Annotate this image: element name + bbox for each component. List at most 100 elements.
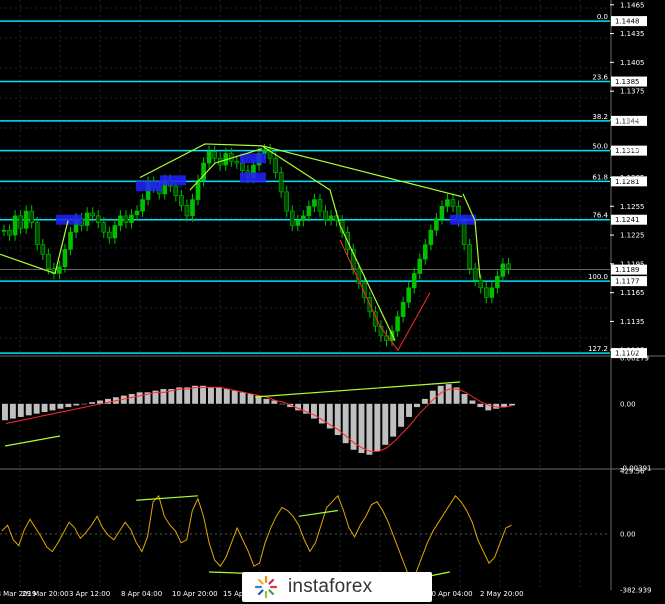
cci-tick-label: -382.939: [620, 587, 651, 595]
price-tick-label: 1.1195: [620, 260, 645, 268]
price-tick-label: 1.1135: [620, 318, 645, 326]
macd-bar: [414, 403, 420, 408]
trading-chart[interactable]: 0.01.144823.61.138538.21.134450.01.13136…: [0, 0, 665, 604]
candle-body: [417, 258, 423, 274]
pattern-highlight: [450, 214, 476, 225]
candle-body: [289, 210, 295, 226]
pattern-highlight: [56, 214, 82, 225]
macd-bar: [208, 387, 214, 404]
price-tick-label: 1.1465: [620, 1, 645, 9]
price-tick-label: 1.1255: [620, 203, 645, 211]
fib-ratio-label: 76.4: [592, 212, 608, 220]
fib-price-label: 1.1241: [615, 216, 640, 224]
candle-body: [500, 263, 506, 277]
macd-bar: [184, 387, 191, 404]
candle-body: [12, 215, 18, 236]
fib-ratio-label: 0.0: [597, 13, 608, 21]
candle-body: [118, 215, 123, 226]
macd-bar: [25, 403, 32, 416]
candle-body: [201, 162, 206, 181]
macd-bar: [461, 393, 468, 404]
macd-bar: [160, 389, 167, 404]
macd-bar: [49, 403, 56, 411]
macd-bar: [374, 403, 381, 452]
candle-body: [506, 263, 511, 269]
macd-bar: [398, 403, 405, 427]
candle-body: [434, 218, 439, 231]
candle-body: [317, 199, 323, 212]
candle-body: [40, 244, 46, 255]
macd-bar: [382, 403, 389, 445]
macd-bar: [33, 403, 40, 414]
candle-body: [101, 222, 107, 233]
macd-bar: [247, 393, 254, 404]
candle-body: [428, 229, 434, 245]
instaforex-logo-icon: [254, 575, 278, 599]
candle-body: [328, 215, 334, 221]
candle-body: [62, 249, 68, 268]
fib-ratio-label: 38.2: [592, 113, 608, 121]
candle-body: [483, 287, 489, 298]
candle-body: [323, 210, 328, 221]
fib-price-label: 1.1177: [615, 278, 640, 286]
time-label: 30 Apr 04:00: [427, 590, 473, 598]
macd-bar: [41, 403, 48, 413]
macd-bar: [73, 403, 80, 406]
macd-bar: [477, 403, 484, 408]
logo-text: instaforex: [288, 576, 373, 597]
price-tick-label: 1.1285: [620, 174, 645, 182]
candle-body: [395, 316, 400, 332]
macd-bar: [223, 389, 230, 404]
price-tick-label: 1.1225: [620, 232, 645, 240]
candle-body: [489, 287, 495, 298]
pattern-highlight: [136, 181, 162, 192]
time-label: 29 Mar 20:00: [22, 590, 69, 598]
pattern-highlight: [240, 172, 266, 183]
macd-bar: [57, 403, 64, 409]
candle-body: [107, 231, 112, 239]
macd-bar: [215, 387, 222, 404]
time-label: 3 Apr 12:00: [69, 590, 110, 598]
fib-ratio-label: 23.6: [592, 74, 608, 82]
candle-body: [478, 279, 484, 289]
candle-body: [423, 244, 428, 260]
candle-body: [84, 212, 90, 226]
candle-body: [284, 191, 290, 212]
candle-body: [411, 273, 417, 289]
macd-bar: [445, 384, 452, 404]
candle-body: [273, 158, 278, 174]
candle-body: [179, 195, 184, 206]
candle-body: [46, 253, 51, 269]
price-tick-label: 1.1375: [620, 88, 645, 96]
macd-bar: [231, 390, 238, 404]
candle-body: [134, 210, 140, 216]
macd-bar: [81, 403, 88, 405]
candle-body: [312, 199, 317, 207]
candle-body: [301, 215, 306, 221]
macd-bar: [279, 403, 286, 405]
fib-ratio-label: 61.8: [592, 173, 608, 181]
candle-body: [306, 205, 312, 217]
candle-body: [467, 244, 472, 269]
candle-body: [140, 199, 145, 212]
candle-body: [439, 205, 445, 220]
cci-tick-label: 429.56: [620, 468, 645, 476]
fib-ratio-label: 50.0: [592, 143, 608, 151]
macd-bar: [65, 403, 72, 408]
fib-price-label: 1.1448: [615, 18, 640, 26]
candle-body: [1, 229, 7, 232]
fib-ratio-label: 100.0: [588, 273, 608, 281]
candle-body: [23, 210, 29, 229]
macd-bar: [366, 403, 373, 455]
price-tick-label: 1.1315: [620, 145, 645, 153]
candle-body: [184, 205, 190, 217]
candle-body: [129, 214, 134, 223]
macd-bar: [2, 403, 8, 421]
candle-body: [7, 229, 12, 236]
macd-bar: [89, 402, 96, 404]
price-tick-label: 1.1165: [620, 289, 645, 297]
time-label: 10 Apr 20:00: [172, 590, 218, 598]
candle-body: [295, 220, 301, 226]
candle-body: [173, 185, 179, 197]
candle-body: [212, 151, 217, 159]
